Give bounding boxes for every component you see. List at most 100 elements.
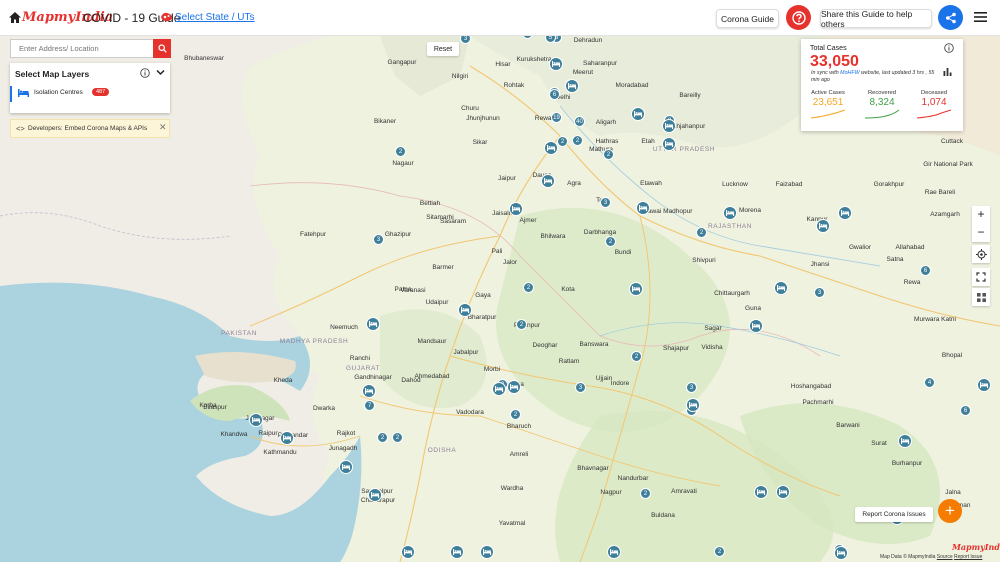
cluster-marker[interactable]: 3 <box>373 234 384 245</box>
cluster-marker[interactable]: 7 <box>364 400 375 411</box>
cluster-marker[interactable]: 3 <box>686 382 697 393</box>
help-button[interactable] <box>786 5 811 30</box>
share-button[interactable] <box>938 5 963 30</box>
home-icon[interactable] <box>8 11 22 24</box>
cluster-marker[interactable]: 40 <box>574 116 585 127</box>
place-label: Jaipur <box>498 175 516 182</box>
isolation-centre-marker[interactable] <box>631 107 645 121</box>
info-icon[interactable] <box>140 68 150 78</box>
isolation-centre-marker[interactable] <box>834 546 848 560</box>
bed-icon <box>689 402 698 408</box>
cluster-marker[interactable]: 2 <box>557 136 568 147</box>
cluster-marker[interactable]: 2 <box>392 432 403 443</box>
isolation-centre-marker[interactable] <box>544 141 558 155</box>
isolation-centre-marker[interactable] <box>662 137 676 151</box>
isolation-centre-marker[interactable] <box>450 545 464 559</box>
place-label: Bhilwara <box>540 233 566 240</box>
cluster-marker[interactable]: 4 <box>924 377 935 388</box>
add-report-button[interactable]: + <box>938 499 962 523</box>
isolation-centre-marker[interactable] <box>492 382 506 396</box>
isolation-centre-marker[interactable] <box>774 281 788 295</box>
cluster-marker[interactable]: 2 <box>605 236 616 247</box>
isolation-centre-marker[interactable] <box>480 545 494 559</box>
isolation-centre-marker[interactable] <box>362 384 376 398</box>
isolation-centre-marker[interactable] <box>366 317 380 331</box>
place-label: Bhopal <box>941 352 963 359</box>
bed-icon <box>841 210 850 216</box>
isolation-centre-marker[interactable] <box>509 202 523 216</box>
info-icon[interactable] <box>944 43 954 53</box>
place-label: Rewa <box>903 279 921 286</box>
select-state-link[interactable]: Select State / UTs <box>175 12 254 23</box>
place-label: Dwarka <box>312 405 336 412</box>
reset-button[interactable]: Reset <box>427 42 459 56</box>
isolation-centre-marker[interactable] <box>754 485 768 499</box>
isolation-centre-marker[interactable] <box>723 206 737 220</box>
isolation-centre-marker[interactable] <box>636 201 650 215</box>
report-issue-link[interactable]: Report Issue <box>954 554 982 560</box>
isolation-centre-marker[interactable] <box>686 398 700 412</box>
cluster-marker[interactable]: 2 <box>603 149 614 160</box>
cluster-marker[interactable]: 3 <box>814 287 825 298</box>
isolation-centre-marker[interactable] <box>662 119 676 133</box>
cluster-marker[interactable]: 2 <box>523 282 534 293</box>
isolation-centre-marker[interactable] <box>339 460 353 474</box>
cluster-marker[interactable]: 6 <box>549 89 560 100</box>
place-label: Amravati <box>671 488 697 495</box>
bed-icon <box>369 321 378 327</box>
isolation-centre-marker[interactable] <box>629 282 643 296</box>
share-guide-button[interactable]: Share this Guide to help others <box>820 9 932 29</box>
corona-guide-button[interactable]: Corona Guide <box>716 9 779 28</box>
search-button[interactable] <box>153 39 171 58</box>
isolation-centre-marker[interactable] <box>749 319 763 333</box>
isolation-centre-marker[interactable] <box>838 206 852 220</box>
locate-button[interactable] <box>972 245 990 263</box>
isolation-centre-marker[interactable] <box>458 303 472 317</box>
cluster-marker[interactable]: 19 <box>551 112 562 123</box>
fullscreen-button[interactable] <box>972 268 990 286</box>
isolation-centre-marker[interactable] <box>507 380 521 394</box>
mohfw-link[interactable]: MoHFW <box>840 70 859 76</box>
cluster-marker[interactable]: 2 <box>516 319 527 330</box>
isolation-centre-marker[interactable] <box>549 57 563 71</box>
bar-chart-icon[interactable] <box>943 67 952 76</box>
grid-button[interactable] <box>972 288 990 306</box>
isolation-centre-marker[interactable] <box>280 431 294 445</box>
close-icon[interactable]: ✕ <box>159 122 167 133</box>
cluster-marker[interactable]: 3 <box>600 197 611 208</box>
cluster-marker[interactable]: 2 <box>395 146 406 157</box>
chevron-down-icon[interactable] <box>156 69 165 76</box>
isolation-centre-marker[interactable] <box>776 485 790 499</box>
isolation-centre-marker[interactable] <box>977 378 991 392</box>
bed-icon <box>726 210 735 216</box>
isolation-centre-marker[interactable] <box>249 413 263 427</box>
cluster-marker[interactable]: 2 <box>510 409 521 420</box>
isolation-centre-marker[interactable] <box>368 488 382 502</box>
share-icon <box>945 12 956 23</box>
search-input[interactable] <box>11 40 153 57</box>
isolation-centre-marker[interactable] <box>401 545 415 559</box>
isolation-centre-marker[interactable] <box>816 219 830 233</box>
cluster-marker[interactable]: 2 <box>640 488 651 499</box>
developers-bar[interactable]: <> Developers: Embed Corona Maps & APIs … <box>10 119 170 138</box>
source-link[interactable]: Source <box>937 554 953 560</box>
zoom-out-icon[interactable]: − <box>972 224 990 242</box>
cluster-marker[interactable]: 2 <box>696 227 707 238</box>
cluster-marker[interactable]: 2 <box>572 135 583 146</box>
cluster-marker[interactable]: 2 <box>714 546 725 557</box>
place-label: Patna <box>394 286 412 293</box>
isolation-centre-marker[interactable] <box>898 434 912 448</box>
layer-item-isolation-centres[interactable]: Isolation Centres 487 <box>10 86 170 102</box>
isolation-centre-marker[interactable] <box>607 545 621 559</box>
menu-icon[interactable] <box>974 11 987 23</box>
cluster-marker[interactable]: 6 <box>960 405 971 416</box>
cluster-marker[interactable]: 2 <box>377 432 388 443</box>
report-corona-issues-button[interactable]: Report Corona Issues <box>855 507 933 522</box>
cluster-marker[interactable]: 2 <box>631 351 642 362</box>
isolation-centre-marker[interactable] <box>565 79 579 93</box>
place-label: Hoshangabad <box>790 383 832 390</box>
cluster-marker[interactable]: 3 <box>575 382 586 393</box>
zoom-in-icon[interactable]: + <box>972 206 990 224</box>
cluster-marker[interactable]: 6 <box>920 265 931 276</box>
isolation-centre-marker[interactable] <box>541 174 555 188</box>
